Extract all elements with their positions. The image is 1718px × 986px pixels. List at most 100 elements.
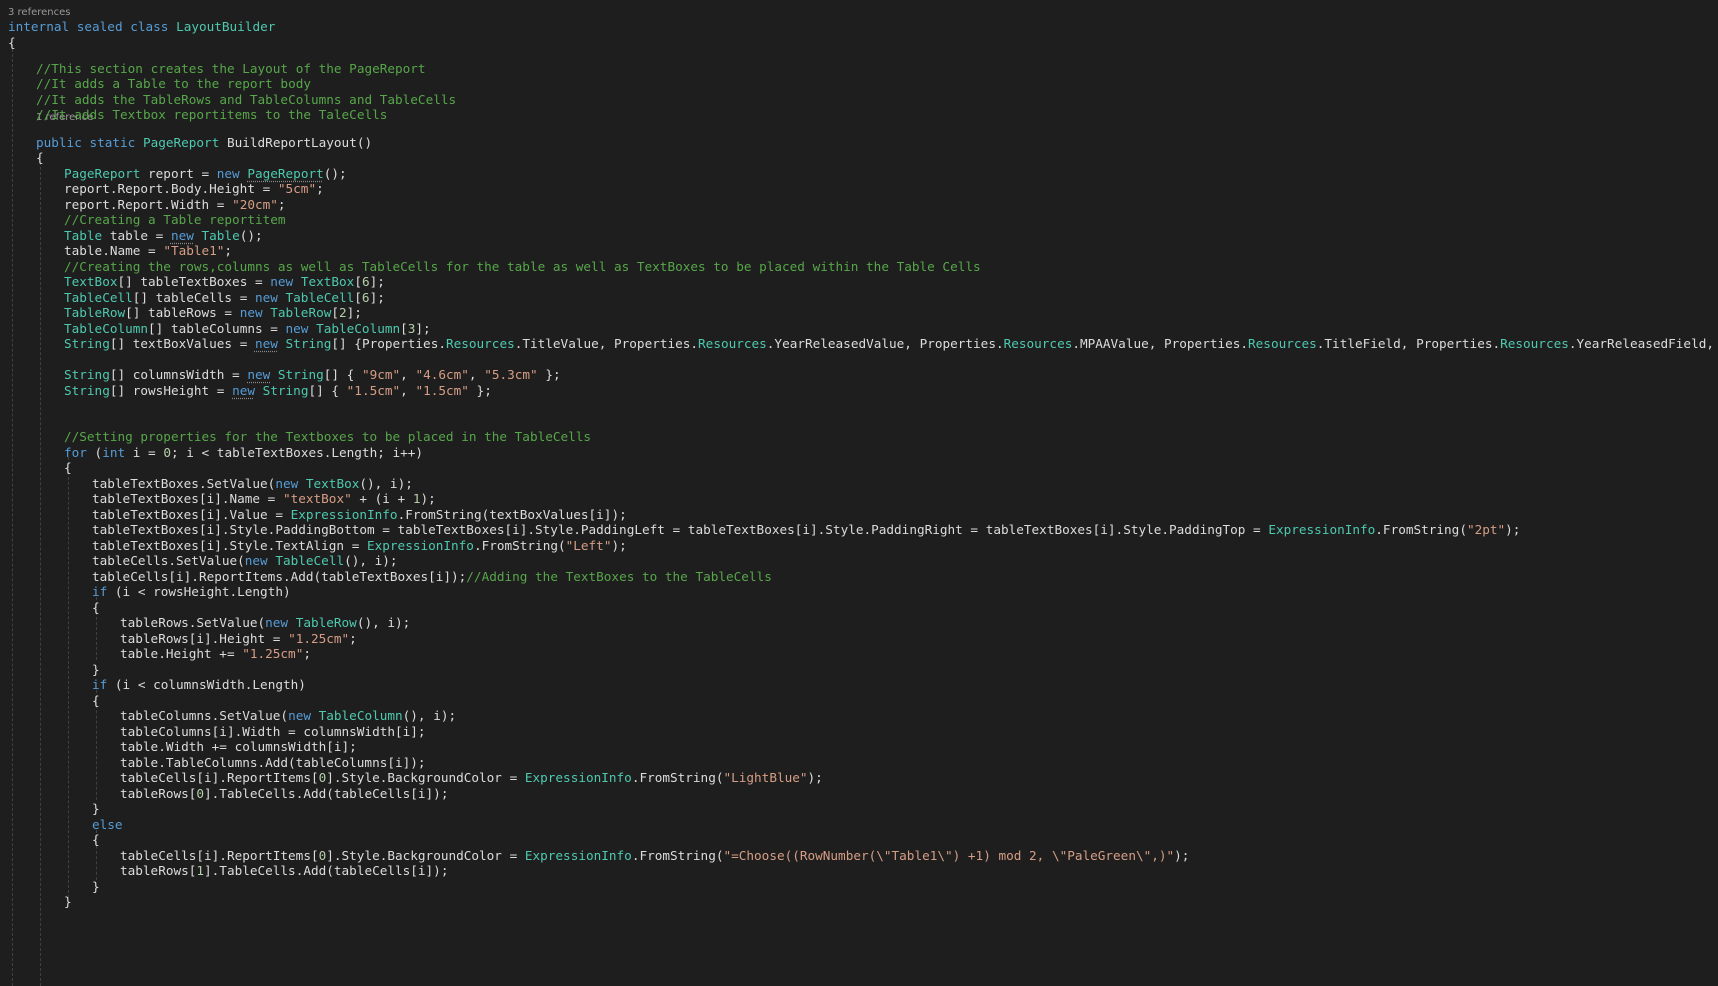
- code-line[interactable]: {: [36, 149, 44, 166]
- code-line[interactable]: TextBox[] tableTextBoxes = new TextBox[6…: [64, 273, 385, 290]
- code-line[interactable]: }: [92, 878, 100, 895]
- code-token: ];: [369, 274, 385, 289]
- code-line[interactable]: tableCells.SetValue(new TableCell(), i);: [92, 552, 398, 569]
- code-line[interactable]: String[] rowsHeight = new String[] { "1.…: [64, 382, 492, 399]
- code-token: );: [420, 491, 436, 506]
- code-line[interactable]: public static PageReport BuildReportLayo…: [36, 134, 372, 151]
- code-token: TableCell: [64, 290, 133, 305]
- code-line[interactable]: //Creating a Table reportitem: [64, 211, 286, 228]
- code-line[interactable]: String[] columnsWidth = new String[] { "…: [64, 366, 561, 383]
- code-line[interactable]: tableColumns.SetValue(new TableColumn(),…: [120, 707, 456, 724]
- code-line[interactable]: {: [64, 459, 72, 476]
- code-token: "textBox": [282, 491, 352, 506]
- code-token: ,: [468, 367, 485, 382]
- code-token: table.TableColumns.Add(tableColumns[i]);: [120, 755, 426, 770]
- code-token: Resources: [698, 336, 767, 351]
- code-line[interactable]: {: [92, 831, 100, 848]
- code-token: (: [86, 445, 103, 460]
- code-line[interactable]: if (i < columnsWidth.Length): [92, 676, 306, 693]
- code-token: new: [285, 321, 317, 336]
- code-token: ;: [316, 181, 324, 196]
- code-line[interactable]: table.Name = "Table1";: [64, 242, 232, 259]
- code-line[interactable]: }: [64, 893, 72, 910]
- code-token: String: [277, 367, 324, 382]
- code-line[interactable]: String[] textBoxValues = new String[] {P…: [64, 335, 1714, 352]
- code-token: [] tableRows =: [125, 305, 240, 320]
- code-token: "Left": [565, 538, 612, 553]
- code-line[interactable]: {: [92, 692, 100, 709]
- code-token: else: [92, 817, 123, 832]
- code-line[interactable]: {: [92, 599, 100, 616]
- code-line[interactable]: //It adds a Table to the report body: [36, 75, 311, 92]
- code-token: "2pt": [1466, 522, 1506, 537]
- code-line[interactable]: {: [8, 34, 16, 51]
- code-token: tableRows.SetValue(: [120, 615, 266, 630]
- code-token: ExpressionInfo: [1268, 522, 1376, 537]
- code-line[interactable]: //Setting properties for the Textboxes t…: [64, 428, 591, 445]
- code-token: //This section creates the Layout of the…: [36, 61, 426, 76]
- code-line[interactable]: for (int i = 0; i < tableTextBoxes.Lengt…: [64, 444, 423, 461]
- code-token: {: [92, 600, 100, 615]
- code-token: + (i +: [351, 491, 413, 506]
- code-line[interactable]: if (i < rowsHeight.Length): [92, 583, 291, 600]
- code-line[interactable]: report.Report.Body.Height = "5cm";: [64, 180, 324, 197]
- code-line[interactable]: tableCells[i].ReportItems[0].Style.Backg…: [120, 769, 823, 786]
- code-token: ();: [323, 166, 347, 181]
- code-token: .YearReleasedValue, Properties.: [766, 336, 1004, 351]
- code-token: ExpressionInfo: [524, 770, 632, 785]
- code-token: tableRows[: [120, 863, 197, 878]
- code-token: [] tableTextBoxes =: [117, 274, 271, 289]
- code-token: new: [270, 274, 301, 289]
- code-token: tableCells[i].ReportItems.Add(tableTextB…: [92, 569, 467, 584]
- code-token: report.Report.Width =: [64, 197, 233, 212]
- code-token: TextBox: [64, 274, 118, 289]
- code-line[interactable]: TableRow[] tableRows = new TableRow[2];: [64, 304, 362, 321]
- code-line[interactable]: tableRows[1].TableCells.Add(tableCells[i…: [120, 862, 448, 879]
- code-token: );: [611, 538, 627, 553]
- code-token: //It adds the TableRows and TableColumns…: [36, 92, 457, 107]
- code-token: tableTextBoxes[i].Style.PaddingBottom = …: [92, 522, 1269, 537]
- code-token: {: [64, 460, 72, 475]
- code-line[interactable]: table.Height += "1.25cm";: [120, 645, 311, 662]
- code-token: TableRow: [64, 305, 126, 320]
- code-token: tableTextBoxes.SetValue(: [92, 476, 276, 491]
- code-token: .TitleValue, Properties.: [514, 336, 699, 351]
- code-token: }: [92, 662, 100, 677]
- code-line[interactable]: internal sealed class LayoutBuilder: [8, 18, 275, 35]
- code-token: LayoutBuilder: [176, 19, 276, 34]
- code-token: table.Name =: [64, 243, 164, 258]
- code-token: {: [8, 35, 16, 50]
- code-token: [: [400, 321, 408, 336]
- code-line[interactable]: table.Width += columnsWidth[i];: [120, 738, 357, 755]
- code-line[interactable]: tableRows[0].TableCells.Add(tableCells[i…: [120, 785, 448, 802]
- code-token: tableRows[: [120, 786, 197, 801]
- code-token: ;: [303, 646, 311, 661]
- code-line[interactable]: tableRows.SetValue(new TableRow(), i);: [120, 614, 410, 631]
- code-token: PageReport: [142, 135, 220, 150]
- code-token: new: [232, 383, 255, 398]
- code-token: Resources: [1500, 336, 1569, 351]
- code-token: 0: [196, 786, 205, 801]
- code-line[interactable]: tableTextBoxes[i].Name = "textBox" + (i …: [92, 490, 436, 507]
- code-token: tableTextBoxes[i].Name =: [92, 491, 283, 506]
- code-token: }: [64, 894, 72, 909]
- code-token: .FromString(textBoxValues[i]);: [397, 507, 627, 522]
- code-line[interactable]: }: [92, 800, 100, 817]
- code-editor[interactable]: 3 references 1 reference internal sealed…: [0, 0, 1718, 986]
- code-token: [] textBoxValues =: [109, 336, 255, 351]
- code-line[interactable]: tableTextBoxes[i].Style.PaddingBottom = …: [92, 521, 1520, 538]
- code-token: );: [1174, 848, 1190, 863]
- code-token: TextBox: [300, 274, 355, 289]
- code-token: TableColumn: [64, 321, 149, 336]
- code-token: tableCells.SetValue(: [92, 553, 245, 568]
- code-token: Resources: [445, 336, 515, 351]
- code-token: ].TableCells.Add(tableCells[i]);: [204, 786, 449, 801]
- code-line[interactable]: //It adds Textbox reportitems to the Tal…: [36, 106, 387, 123]
- code-token: ,: [400, 383, 416, 398]
- indent-guide: [68, 457, 69, 898]
- code-token: .FromString(: [631, 770, 724, 785]
- code-token: String: [64, 367, 110, 382]
- code-token: .YearReleasedField,: [1568, 336, 1714, 351]
